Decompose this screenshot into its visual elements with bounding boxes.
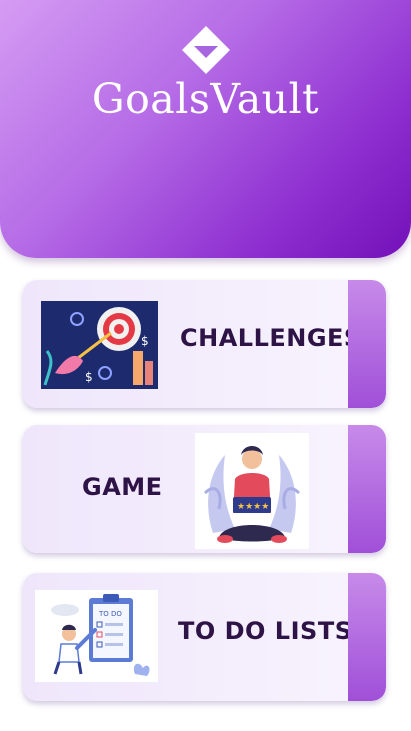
svg-text:$: $: [141, 334, 149, 348]
diamond-logo-icon: [182, 26, 230, 74]
card-accent-bar: [348, 280, 386, 408]
challenges-label: CHALLENGES: [180, 324, 362, 352]
svg-text:★★★★: ★★★★: [237, 502, 269, 512]
svg-text:TO DO: TO DO: [98, 610, 122, 618]
target-arrow-illustration: $ $: [41, 301, 158, 389]
game-label: GAME: [82, 473, 163, 501]
card-accent-bar: [348, 573, 386, 701]
challenges-card[interactable]: $ $ CHALLENGES: [23, 280, 386, 408]
todo-checklist-illustration: TO DO: [35, 590, 158, 682]
person-with-tablet-illustration: ★★★★: [195, 433, 309, 549]
game-card[interactable]: GAME ★★★★: [23, 425, 386, 553]
card-accent-bar: [348, 425, 386, 553]
svg-text:$: $: [85, 370, 93, 384]
todo-lists-card[interactable]: TO DO TO DO LISTS: [23, 573, 386, 701]
app-title: GoalsVault: [91, 75, 320, 123]
todo-lists-label: TO DO LISTS: [178, 617, 353, 645]
app-header: GoalsVault: [0, 0, 411, 258]
